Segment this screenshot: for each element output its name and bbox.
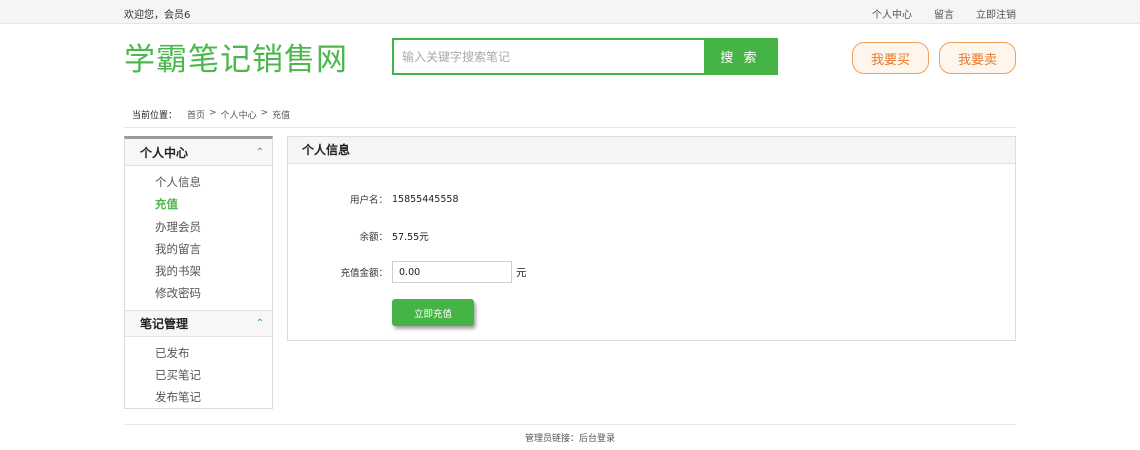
- amount-label: 充值金额：: [340, 268, 388, 279]
- sidebar-item-publish-note[interactable]: 发布笔记: [155, 386, 272, 408]
- sell-button[interactable]: 我要卖: [939, 42, 1016, 74]
- recharge-panel: 个人信息 用户名： 15855445558 余额： 57.55元 充值金额： 元…: [287, 136, 1016, 341]
- top-link-logout[interactable]: 立即注销: [976, 6, 1016, 21]
- search-button[interactable]: 搜 索: [704, 40, 776, 73]
- top-link-user-center[interactable]: 个人中心: [872, 6, 912, 21]
- breadcrumb-label: 当前位置：: [132, 111, 178, 121]
- sidebar-item-my-messages[interactable]: 我的留言: [155, 238, 272, 260]
- panel-title: 个人信息: [288, 137, 1015, 164]
- breadcrumb-separator: >: [260, 108, 269, 118]
- sidebar-item-profile[interactable]: 个人信息: [155, 171, 272, 193]
- top-link-messages[interactable]: 留言: [934, 6, 954, 21]
- sidebar-section-title: 个人中心: [140, 145, 189, 160]
- sidebar-item-recharge[interactable]: 充值: [155, 193, 272, 215]
- sidebar-section-notes[interactable]: 笔记管理 ⌃: [125, 309, 272, 337]
- buy-button[interactable]: 我要买: [852, 42, 929, 74]
- sidebar-item-membership[interactable]: 办理会员: [155, 216, 272, 238]
- username-label: 用户名：: [349, 195, 388, 206]
- chevron-up-icon[interactable]: ⌃: [256, 147, 264, 158]
- search-input[interactable]: [394, 40, 704, 73]
- top-links: 个人中心 留言 立即注销: [872, 6, 1016, 21]
- breadcrumb-divider: [124, 127, 1016, 128]
- top-bar: 欢迎您，会员6 个人中心 留言 立即注销: [0, 0, 1140, 24]
- admin-login-link[interactable]: 后台登录: [579, 434, 615, 444]
- balance-value: 57.55元: [392, 232, 429, 243]
- balance-label: 余额：: [359, 232, 388, 243]
- amount-row: 充值金额： 元: [288, 261, 527, 283]
- sidebar-list-user-center: 个人信息 充值 办理会员 我的留言 我的书架 修改密码: [125, 166, 272, 310]
- balance-row: 余额： 57.55元: [288, 229, 429, 243]
- footer-text: 管理员链接：: [524, 434, 579, 444]
- chevron-up-icon[interactable]: ⌃: [256, 318, 264, 329]
- username-value: 15855445558: [392, 193, 459, 205]
- username-row: 用户名： 15855445558: [288, 192, 459, 207]
- sidebar: 个人中心 ⌃ 个人信息 充值 办理会员 我的留言 我的书架 修改密码 笔记管理 …: [124, 136, 273, 409]
- breadcrumb: 当前位置： 首页 > 个人中心 > 充值: [132, 108, 290, 121]
- amount-unit: 元: [516, 266, 527, 279]
- breadcrumb-home[interactable]: 首页: [187, 108, 205, 121]
- sidebar-item-my-bookshelf[interactable]: 我的书架: [155, 260, 272, 282]
- sidebar-item-purchased-notes[interactable]: 已买笔记: [155, 364, 272, 386]
- breadcrumb-user-center[interactable]: 个人中心: [221, 108, 257, 121]
- sidebar-list-notes: 已发布 已买笔记 发布笔记: [125, 337, 272, 414]
- breadcrumb-current: 充值: [272, 111, 291, 121]
- footer-divider: [124, 424, 1016, 425]
- sidebar-item-change-password[interactable]: 修改密码: [155, 282, 272, 304]
- footer: 管理员链接：后台登录: [0, 431, 1140, 444]
- amount-input[interactable]: [392, 261, 512, 283]
- recharge-button[interactable]: 立即充值: [392, 299, 474, 326]
- sidebar-section-user-center[interactable]: 个人中心 ⌃: [125, 139, 272, 166]
- search-bar: 搜 索: [392, 38, 778, 75]
- sidebar-item-published[interactable]: 已发布: [155, 342, 272, 364]
- site-logo[interactable]: 学霸笔记销售网: [124, 40, 348, 80]
- welcome-text: 欢迎您，会员6: [124, 10, 191, 21]
- sidebar-section-title: 笔记管理: [140, 316, 189, 331]
- breadcrumb-separator: >: [209, 108, 217, 118]
